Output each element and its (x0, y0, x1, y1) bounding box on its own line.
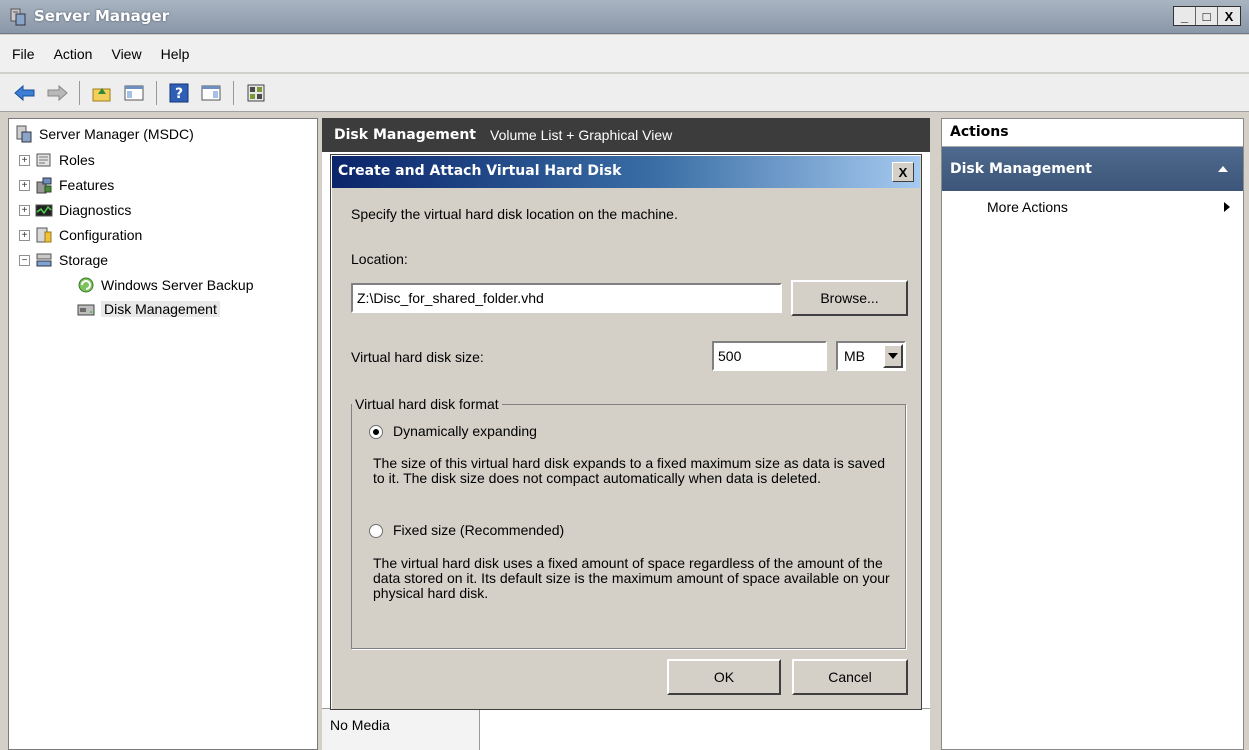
console-tree: Server Manager (MSDC) + Roles + Features… (8, 118, 318, 750)
menu-bar: File Action View Help (0, 35, 1249, 73)
no-media-cell[interactable]: No Media (322, 709, 480, 750)
tree-item-diagnostics[interactable]: Diagnostics (35, 199, 131, 221)
tree-label: Storage (59, 252, 109, 268)
toolbar-separator (156, 80, 157, 105)
help-button[interactable]: ? (166, 80, 192, 106)
tree-item-configuration[interactable]: Configuration (35, 224, 142, 246)
console-tree-icon (124, 85, 144, 100)
fixed-size-radio[interactable] (369, 524, 383, 538)
window-controls: _ □ X (1173, 6, 1241, 26)
actions-section-label: Disk Management (950, 161, 1092, 177)
actions-section-disk-management[interactable]: Disk Management (942, 147, 1243, 191)
menu-help[interactable]: Help (161, 46, 190, 62)
dynamic-option-label[interactable]: Dynamically expanding (393, 423, 537, 439)
menu-view[interactable]: View (111, 46, 141, 62)
window-title: Server Manager (34, 7, 170, 25)
expand-roles-toggle[interactable]: + (19, 155, 30, 166)
disk-row: No Media (322, 708, 930, 750)
title-bar: Server Manager _ □ X (0, 0, 1249, 34)
storage-icon (36, 253, 52, 267)
dialog-title-bar: Create and Attach Virtual Hard Disk X (332, 156, 920, 188)
ok-button[interactable]: OK (667, 659, 781, 695)
back-button[interactable] (12, 80, 38, 106)
features-icon (36, 177, 52, 194)
backup-icon (78, 277, 94, 293)
server-manager-icon (10, 8, 26, 26)
unit-dropdown-button[interactable] (883, 344, 903, 368)
browse-button[interactable]: Browse... (791, 280, 908, 316)
format-group-label: Virtual hard disk format (352, 396, 502, 412)
collapse-up-icon (1218, 166, 1228, 172)
tree-item-roles[interactable]: Roles (35, 149, 95, 171)
location-label: Location: (351, 251, 408, 267)
center-header: Disk Management Volume List + Graphical … (322, 118, 930, 152)
cancel-button[interactable]: Cancel (792, 659, 908, 695)
show-hide-tree-button[interactable] (121, 80, 147, 106)
tree-item-features[interactable]: Features (35, 174, 114, 196)
tree-label: Features (59, 177, 115, 193)
tree-item-storage[interactable]: Storage (35, 249, 108, 271)
svg-text:?: ? (175, 86, 183, 102)
back-arrow-icon (14, 84, 35, 101)
more-actions-item[interactable]: More Actions (942, 191, 1243, 223)
fixed-option-description: The virtual hard disk uses a fixed amoun… (373, 555, 890, 601)
toolbar: ? (0, 74, 1249, 112)
tree-item-server-manager[interactable]: Server Manager (MSDC) (15, 123, 194, 145)
action-pane-icon (201, 85, 221, 100)
tree-item-windows-server-backup[interactable]: Windows Server Backup (77, 274, 254, 296)
dialog-intro-text: Specify the virtual hard disk location o… (351, 206, 678, 222)
tree-label: Roles (59, 152, 95, 168)
unit-select[interactable]: MB (836, 341, 906, 371)
disk-management-icon (77, 304, 95, 316)
location-input[interactable]: Z:\Disc_for_shared_folder.vhd (351, 283, 782, 313)
size-label: Virtual hard disk size: (351, 349, 484, 365)
expand-configuration-toggle[interactable]: + (19, 230, 30, 241)
maximize-button[interactable]: □ (1196, 7, 1218, 25)
minimize-button[interactable]: _ (1174, 7, 1196, 25)
more-actions-label: More Actions (987, 199, 1068, 215)
expand-diagnostics-toggle[interactable]: + (19, 205, 30, 216)
properties-button[interactable] (243, 80, 269, 106)
submenu-arrow-icon (1224, 202, 1230, 212)
up-folder-icon (92, 87, 111, 101)
toolbar-separator (233, 80, 234, 105)
tree-item-disk-management[interactable]: Disk Management (77, 298, 220, 320)
tree-label: Server Manager (MSDC) (39, 126, 194, 142)
chevron-down-icon (888, 353, 898, 359)
center-title: Disk Management (334, 127, 476, 143)
tree-label: Configuration (59, 227, 143, 243)
dialog-close-button[interactable]: X (892, 162, 914, 182)
tree-label: Disk Management (101, 301, 220, 317)
size-input[interactable]: 500 (712, 341, 827, 371)
create-attach-vhd-dialog: Create and Attach Virtual Hard Disk X Sp… (330, 154, 922, 710)
configuration-icon (36, 227, 52, 243)
actions-title: Actions (942, 119, 1243, 147)
center-view-mode: Volume List + Graphical View (490, 127, 673, 143)
unit-select-value: MB (844, 348, 865, 364)
expand-features-toggle[interactable]: + (19, 180, 30, 191)
diagnostics-icon (35, 204, 53, 217)
up-folder-button[interactable] (89, 80, 115, 106)
menu-action[interactable]: Action (54, 46, 93, 62)
close-button[interactable]: X (1218, 7, 1240, 25)
dynamic-option-description: The size of this virtual hard disk expan… (373, 455, 886, 486)
tree-label: Diagnostics (59, 202, 132, 218)
server-manager-icon (16, 125, 32, 143)
properties-icon (247, 84, 265, 101)
collapse-storage-toggle[interactable]: − (19, 255, 30, 266)
dynamic-radio[interactable] (369, 425, 383, 439)
forward-arrow-icon (47, 84, 68, 101)
roles-icon (36, 153, 51, 167)
tree-label: Windows Server Backup (101, 277, 254, 293)
actions-pane: Actions Disk Management More Actions (941, 118, 1244, 750)
show-hide-action-pane-button[interactable] (198, 80, 224, 106)
toolbar-separator (79, 80, 80, 105)
dialog-title: Create and Attach Virtual Hard Disk (338, 163, 622, 179)
forward-button[interactable] (44, 80, 70, 106)
help-icon: ? (169, 83, 189, 102)
fixed-option-label[interactable]: Fixed size (Recommended) (393, 522, 564, 538)
menu-file[interactable]: File (12, 46, 35, 62)
